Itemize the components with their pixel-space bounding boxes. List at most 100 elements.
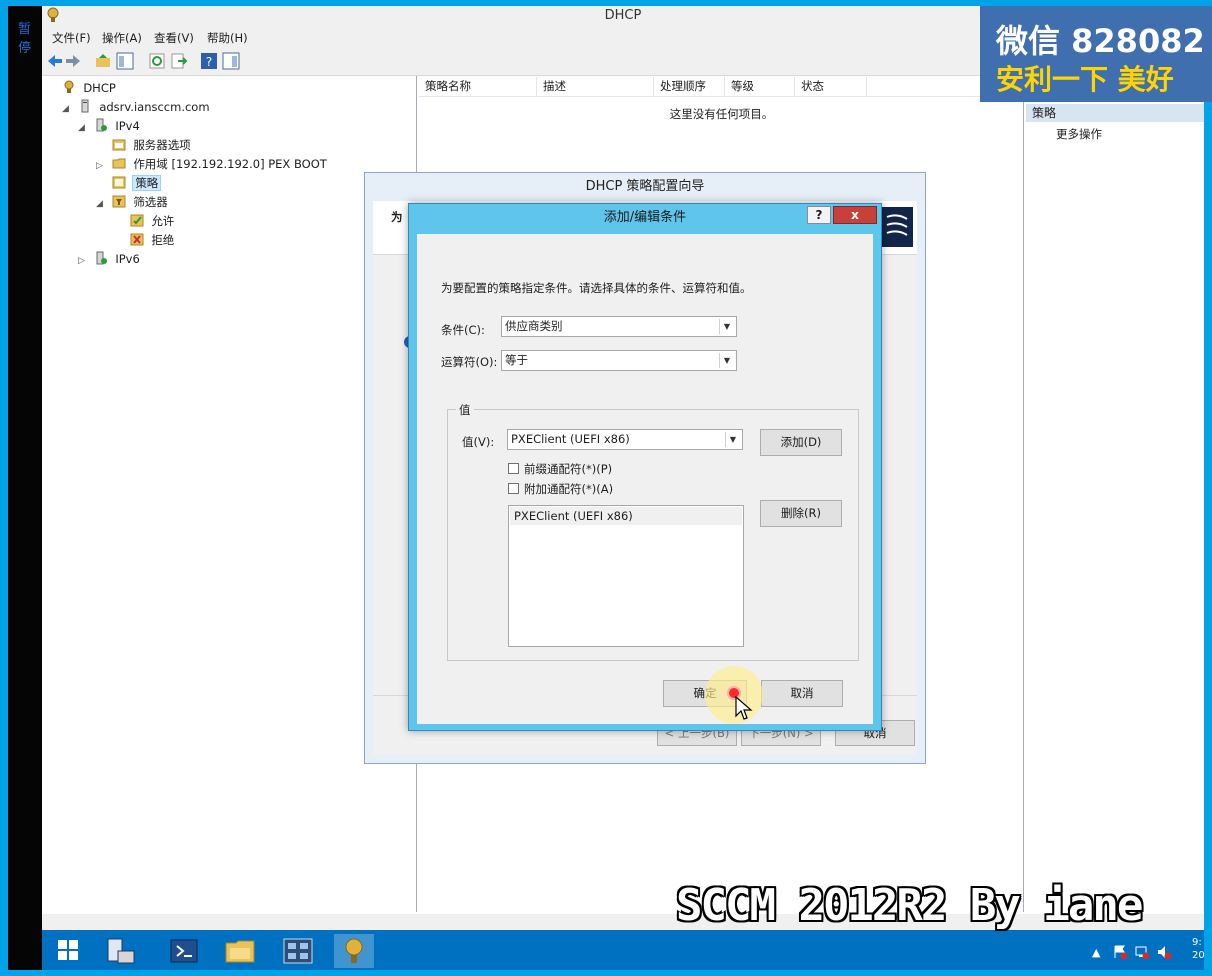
prefix-wildcard-label[interactable]: 前缀通配符(*)(P) [524,461,612,477]
back-arrow-icon[interactable] [46,52,64,70]
operator-select[interactable]: 等于 ▼ [501,350,737,371]
network-console-icon[interactable] [278,934,318,968]
deny-icon [130,233,144,246]
column-header-row: 策略名称 描述 处理顺序 等级 状态 [419,77,1024,97]
dialog-client-area: 为要配置的策略指定条件。请选择具体的条件、运算符和值。 条件(C): 供应商类别… [417,234,873,724]
chevron-down-icon: ▼ [719,319,734,334]
column-level[interactable]: 等级 [725,77,795,97]
expand-icon[interactable]: ▷ [78,256,90,266]
file-explorer-icon[interactable] [220,934,260,968]
powershell-icon[interactable] [164,934,204,968]
value-current: PXEClient (UEFI x86) [511,432,630,446]
help-icon[interactable]: ? [200,52,218,70]
mouse-cursor-icon [735,696,753,720]
tree-node-dhcp[interactable]: DHCP [46,80,116,99]
prefix-wildcard-checkbox[interactable] [508,463,519,474]
menu-action[interactable]: 操作(A) [102,30,142,46]
system-tray: ▲ [1092,942,1204,966]
column-processing-order[interactable]: 处理顺序 [654,77,725,97]
taskbar: ▲ 9: 2020 [42,930,1204,970]
tree-node-label: 服务器选项 [133,138,191,152]
menu-help[interactable]: 帮助(H) [207,30,248,46]
video-watermark: SCCM 2012R2 By iane [676,880,1143,931]
promo-line-2: 安利一下 美好 [996,63,1174,96]
forward-arrow-icon[interactable] [64,52,82,70]
network-status-icon[interactable] [1134,944,1150,960]
tree-node-label: 筛选器 [133,195,168,209]
ipv4-icon [96,118,107,132]
value-label: 值(V): [462,435,495,449]
tree-node-scope[interactable]: ▷ 作用域 [192.192.192.0] PEX BOOT [96,156,327,175]
start-windows-icon[interactable] [48,934,88,968]
empty-list-message: 这里没有任何项目。 [669,107,774,121]
action-center-flag-icon[interactable] [1112,944,1128,960]
close-button[interactable]: x [833,206,877,224]
taskbar-clock[interactable]: 9: 2020 [1192,936,1204,962]
tree-node-ipv6[interactable]: ▷ IPv6 [78,251,140,270]
server-manager-icon[interactable] [100,934,140,968]
server-icon [81,99,89,113]
tree-node-label: 作用域 [192.192.192.0] PEX BOOT [133,157,327,171]
tree-node-server-options[interactable]: 服务器选项 [96,137,191,156]
wizard-title[interactable]: DHCP 策略配置向导 [365,173,925,201]
export-list-icon[interactable] [170,52,188,70]
remote-screen: 暂停 DHCP 文件(F) 操作(A) 查看(V) 帮助(H) ? DHCP ◢… [8,6,1204,970]
menu-view[interactable]: 查看(V) [154,30,194,46]
tree-node-allow[interactable]: 允许 [114,213,174,232]
up-folder-icon[interactable] [94,52,112,70]
server-options-icon [112,139,126,151]
operator-selected-value: 等于 [505,353,528,367]
cancel-button[interactable]: 取消 [761,680,843,707]
svg-text:?: ? [206,55,212,69]
left-black-bar: 暂停 [8,6,42,970]
wizard-logo-icon [881,207,913,247]
promo-overlay: 微信 828082 安利一下 美好 [980,6,1212,102]
show-hide-tree-icon[interactable] [116,52,134,70]
column-description[interactable]: 描述 [537,77,654,97]
refresh-icon[interactable] [148,52,166,70]
allow-icon [130,214,144,227]
clock-time: 9: [1192,937,1202,948]
menu-file[interactable]: 文件(F) [52,30,91,46]
append-wildcard-checkbox[interactable] [508,483,519,494]
operator-label: 运算符(O): [441,355,498,369]
chevron-down-icon: ▼ [719,353,734,368]
condition-selected-value: 供应商类别 [505,319,563,333]
console-tree: DHCP ◢ adsrv.iansccm.com ◢ IPv4 服务器选项 ▷ … [42,76,417,912]
add-button[interactable]: 添加(D) [760,429,842,456]
volume-muted-icon[interactable] [1156,944,1172,960]
values-listbox[interactable]: PXEClient (UEFI x86) [508,505,744,647]
tree-node-filters[interactable]: ◢ 筛选器 [96,194,168,213]
value-combobox[interactable]: PXEClient (UEFI x86) ▼ [507,429,743,450]
chevron-down-icon: ▼ [725,432,740,447]
show-action-pane-icon[interactable] [222,52,240,70]
pause-label[interactable]: 暂停 [18,18,42,56]
column-policy-name[interactable]: 策略名称 [419,77,537,97]
tree-node-server[interactable]: ◢ adsrv.iansccm.com [62,99,210,118]
more-actions-link[interactable]: 更多操作 [1056,126,1102,142]
list-item[interactable]: PXEClient (UEFI x86) [510,507,742,525]
actions-section-policies[interactable]: 策略 [1026,104,1204,122]
value-group: 值 值(V): PXEClient (UEFI x86) ▼ 添加(D) 前缀通… [447,402,859,661]
collapse-icon[interactable]: ◢ [96,199,108,209]
condition-select[interactable]: 供应商类别 ▼ [501,316,737,337]
tree-node-ipv4[interactable]: ◢ IPv4 [78,118,140,137]
tree-node-label: DHCP [83,81,116,95]
dhcp-icon [64,80,74,93]
append-wildcard-label[interactable]: 附加通配符(*)(A) [524,481,613,497]
column-status[interactable]: 状态 [795,77,867,97]
tree-node-label: 策略 [132,175,162,191]
filter-icon [112,195,126,208]
collapse-icon[interactable]: ◢ [62,104,74,114]
folder-icon [112,158,126,169]
tray-overflow-icon[interactable]: ▲ [1092,946,1100,959]
dhcp-taskbar-icon[interactable] [334,934,374,968]
tree-node-deny[interactable]: 拒绝 [114,232,174,251]
help-button[interactable]: ? [807,206,831,224]
policy-icon [112,176,126,189]
collapse-icon[interactable]: ◢ [78,123,90,133]
wizard-banner-text: 为 [391,210,403,224]
remove-button[interactable]: 删除(R) [760,500,842,527]
tree-node-policies[interactable]: 策略 [96,175,162,194]
expand-icon[interactable]: ▷ [96,161,108,171]
